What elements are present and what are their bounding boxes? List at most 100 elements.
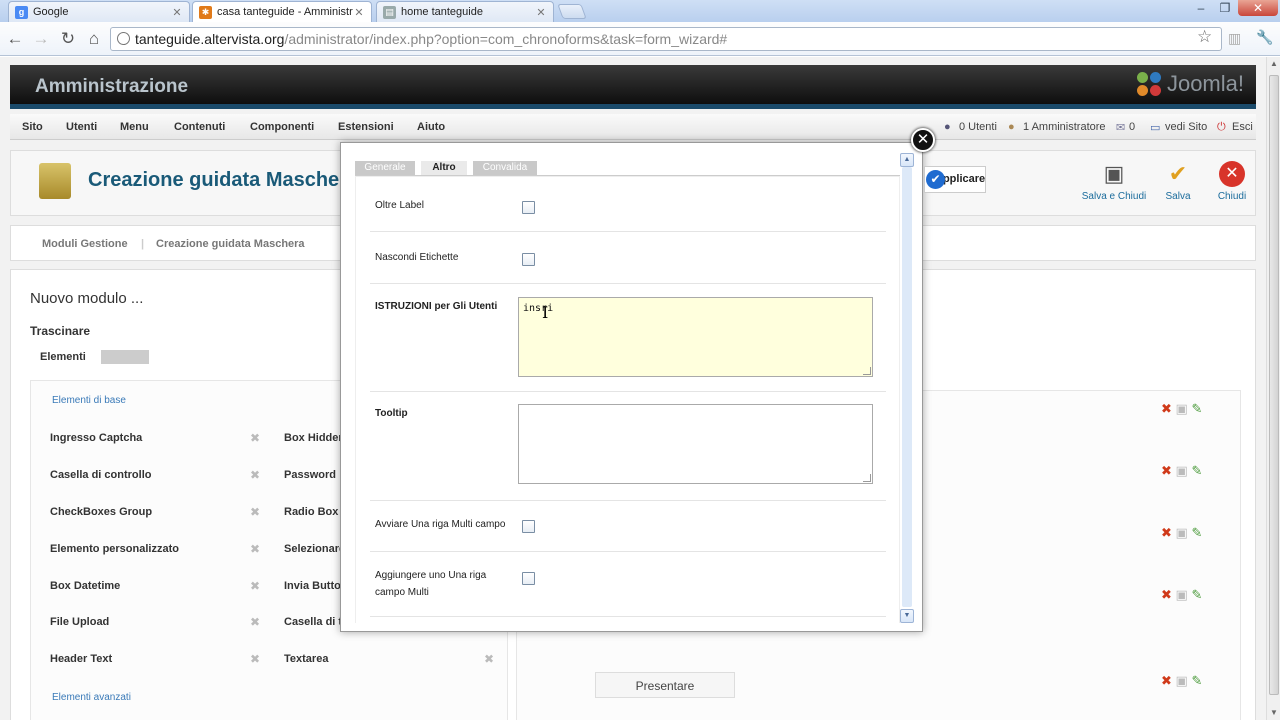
stats-icon[interactable]: ▥ <box>1228 30 1241 47</box>
admin-header: Amministrazione Joomla! <box>10 65 1256 109</box>
group-advanced[interactable]: Elementi avanzati <box>52 692 131 703</box>
close-tab-icon[interactable]: ✕ <box>171 6 183 19</box>
browser-tab-home[interactable]: ▤ home tanteguide ✕ <box>376 1 554 22</box>
modal-scrollbar[interactable]: ▲ ▼ <box>900 153 914 623</box>
remove-icon[interactable]: ✖ <box>250 505 260 519</box>
row-actions[interactable]: ✖ ▣ ✎ <box>1161 587 1202 603</box>
remove-icon[interactable]: ✖ <box>484 652 494 666</box>
tab-altro[interactable]: Altro <box>421 161 467 175</box>
istruzioni-textarea[interactable]: insri <box>518 297 873 377</box>
wrench-icon[interactable]: 🔧 <box>1256 29 1273 46</box>
maximize-icon[interactable]: ❐ <box>1212 0 1238 16</box>
scroll-down-icon[interactable]: ▼ <box>900 609 914 623</box>
row-actions[interactable]: ✖ ▣ ✎ <box>1161 673 1202 689</box>
checkbox-avviare[interactable] <box>522 520 535 533</box>
chronoforms-icon <box>39 163 71 199</box>
home-icon[interactable]: ⌂ <box>83 28 105 50</box>
element-item[interactable]: CheckBoxes Group <box>50 506 152 518</box>
scroll-up-icon[interactable]: ▲ <box>900 153 914 167</box>
tab-elements[interactable]: Elementi <box>40 351 86 363</box>
remove-icon[interactable]: ✖ <box>250 431 260 445</box>
row-actions[interactable]: ✖ ▣ ✎ <box>1161 401 1202 417</box>
submit-button[interactable]: Presentare <box>595 672 735 698</box>
joomla-logo: Joomla! <box>1136 71 1244 97</box>
row-actions[interactable]: ✖ ▣ ✎ <box>1161 525 1202 541</box>
status-users[interactable]: 0 Utenti <box>959 121 997 133</box>
field-row-tooltip: Tooltip <box>370 393 886 501</box>
remove-icon[interactable]: ✖ <box>250 615 260 629</box>
menu-contenuti[interactable]: Contenuti <box>174 121 225 133</box>
url-field[interactable]: tanteguide.altervista.org/administrator/… <box>110 27 1222 51</box>
remove-icon[interactable]: ✖ <box>250 579 260 593</box>
element-item[interactable]: File Upload <box>50 616 109 628</box>
menu-utenti[interactable]: Utenti <box>66 121 97 133</box>
scroll-up-icon[interactable]: ▲ <box>1267 57 1280 71</box>
joomla-logo-icon <box>1136 72 1161 96</box>
new-tab-button[interactable] <box>557 4 587 19</box>
bookmark-star-icon[interactable]: ☆ <box>1197 27 1212 47</box>
page-scrollbar[interactable]: ▲ ▼ <box>1266 57 1280 720</box>
status-view-site[interactable]: vedi Sito <box>1165 121 1207 133</box>
element-item[interactable]: Invia Button <box>284 580 348 592</box>
element-item[interactable]: Box Hidden <box>284 432 345 444</box>
element-item[interactable]: Ingresso Captcha <box>50 432 142 444</box>
close-circle-icon: ✕ <box>1219 161 1245 187</box>
tab-generale[interactable]: Generale <box>355 161 415 175</box>
forward-icon[interactable]: → <box>30 28 52 50</box>
url-host: tanteguide.altervista.org <box>135 31 285 47</box>
reload-icon[interactable]: ↻ <box>57 28 79 50</box>
resize-grip-icon[interactable] <box>863 367 871 375</box>
element-item[interactable]: Elemento personalizzato <box>50 543 179 555</box>
save-close-button[interactable]: ▣ Salva e Chiudi <box>1079 161 1149 202</box>
status-messages[interactable]: 0 <box>1129 121 1135 133</box>
remove-icon[interactable]: ✖ <box>250 652 260 666</box>
status-logout[interactable]: Esci <box>1232 121 1253 133</box>
checkbox-nascondi[interactable] <box>522 253 535 266</box>
element-item[interactable]: Header Text <box>50 653 112 665</box>
close-tab-icon[interactable]: ✕ <box>535 6 547 19</box>
modal-scroll-thumb[interactable] <box>902 167 912 607</box>
row-actions[interactable]: ✖ ▣ ✎ <box>1161 463 1202 479</box>
menu-aiuto[interactable]: Aiuto <box>417 121 445 133</box>
label-istruzioni: ISTRUZIONI per Gli Utenti <box>375 301 498 312</box>
element-item[interactable]: Password <box>284 469 336 481</box>
apply-button[interactable]: ✔ Applicare <box>924 166 986 193</box>
close-window-icon[interactable]: ✕ <box>1238 0 1278 16</box>
scroll-down-icon[interactable]: ▼ <box>1267 706 1280 720</box>
remove-icon[interactable]: ✖ <box>250 468 260 482</box>
menu-sito[interactable]: Sito <box>22 121 43 133</box>
checkbox-oltre-label[interactable] <box>522 201 535 214</box>
menu-estensioni[interactable]: Estensioni <box>338 121 394 133</box>
element-item[interactable]: Casella di t <box>284 616 342 628</box>
field-row-nascondi: Nascondi Etichette <box>370 233 886 284</box>
scroll-thumb[interactable] <box>1269 75 1279 695</box>
element-item[interactable]: Radio Box <box>284 506 338 518</box>
tab-convalida[interactable]: Convalida <box>473 161 537 175</box>
label-oltre-label: Oltre Label <box>375 200 424 211</box>
close-tab-icon[interactable]: ✕ <box>353 6 365 19</box>
checkbox-aggiungere[interactable] <box>522 572 535 585</box>
element-item[interactable]: Selezionare <box>284 543 345 555</box>
element-item[interactable]: Textarea <box>284 653 328 665</box>
close-button[interactable]: ✕ Chiudi <box>1197 161 1266 202</box>
submenu-wizard[interactable]: Creazione guidata Maschera <box>156 238 305 250</box>
browser-tab-google[interactable]: g Google ✕ <box>8 1 190 22</box>
group-basic[interactable]: Elementi di base <box>52 395 126 406</box>
menu-componenti[interactable]: Componenti <box>250 121 314 133</box>
remove-icon[interactable]: ✖ <box>250 542 260 556</box>
tooltip-textarea[interactable] <box>518 404 873 484</box>
status-admin[interactable]: 1 Amministratore <box>1023 121 1106 133</box>
element-item[interactable]: Casella di controllo <box>50 469 151 481</box>
browser-tab-admin[interactable]: ✱ casa tanteguide - Amministrazi ✕ <box>192 1 372 22</box>
minimize-icon[interactable]: – <box>1188 0 1214 16</box>
element-item[interactable]: Box Datetime <box>50 580 120 592</box>
menu-menu[interactable]: Menu <box>120 121 149 133</box>
resize-grip-icon[interactable] <box>863 474 871 482</box>
modal-close-icon[interactable]: ✕ <box>911 128 935 152</box>
view-site-icon: ▭ <box>1150 122 1161 134</box>
submenu-moduli[interactable]: Moduli Gestione <box>42 238 128 250</box>
tab-actions[interactable] <box>101 350 149 364</box>
label-avviare: Avviare Una riga Multi campo <box>375 519 506 530</box>
form-title: Nuovo modulo ... <box>30 290 144 307</box>
back-icon[interactable]: ← <box>4 28 26 50</box>
